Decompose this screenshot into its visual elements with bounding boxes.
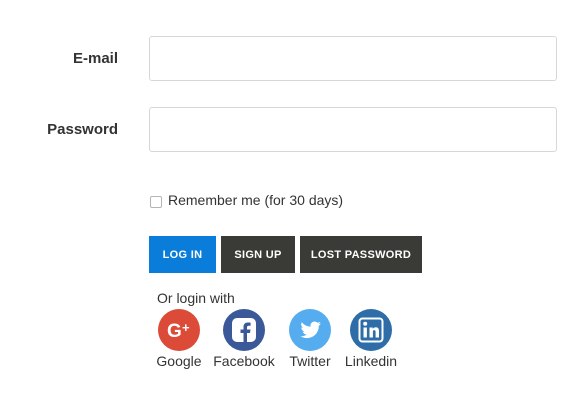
twitter-login-button[interactable]: Twitter <box>286 309 334 369</box>
svg-text:+: + <box>182 320 190 335</box>
google-plus-icon[interactable]: G + <box>158 309 200 351</box>
twitter-icon[interactable] <box>289 309 331 351</box>
google-label: Google <box>156 353 202 369</box>
remember-me-checkbox[interactable] <box>150 196 162 208</box>
password-label: Password <box>47 121 118 138</box>
google-login-button[interactable]: G + Google <box>155 309 203 369</box>
linkedin-label: Linkedin <box>344 353 398 369</box>
linkedin-login-button[interactable]: Linkedin <box>343 309 399 369</box>
svg-text:G: G <box>167 321 182 342</box>
email-label: E-mail <box>72 50 118 67</box>
remember-me-row[interactable]: Remember me (for 30 days) <box>150 192 343 208</box>
linkedin-icon[interactable] <box>350 309 392 351</box>
facebook-icon[interactable] <box>223 309 265 351</box>
social-login-heading: Or login with <box>157 290 235 306</box>
password-field[interactable] <box>149 107 557 152</box>
remember-me-label: Remember me (for 30 days) <box>168 192 344 208</box>
login-button[interactable]: LOG IN <box>149 236 216 273</box>
twitter-label: Twitter <box>289 353 331 369</box>
facebook-login-button[interactable]: Facebook <box>213 309 275 369</box>
signup-button[interactable]: SIGN UP <box>221 236 295 273</box>
facebook-label: Facebook <box>213 353 275 369</box>
email-field[interactable] <box>149 36 557 81</box>
lost-password-button[interactable]: LOST PASSWORD <box>300 236 422 273</box>
